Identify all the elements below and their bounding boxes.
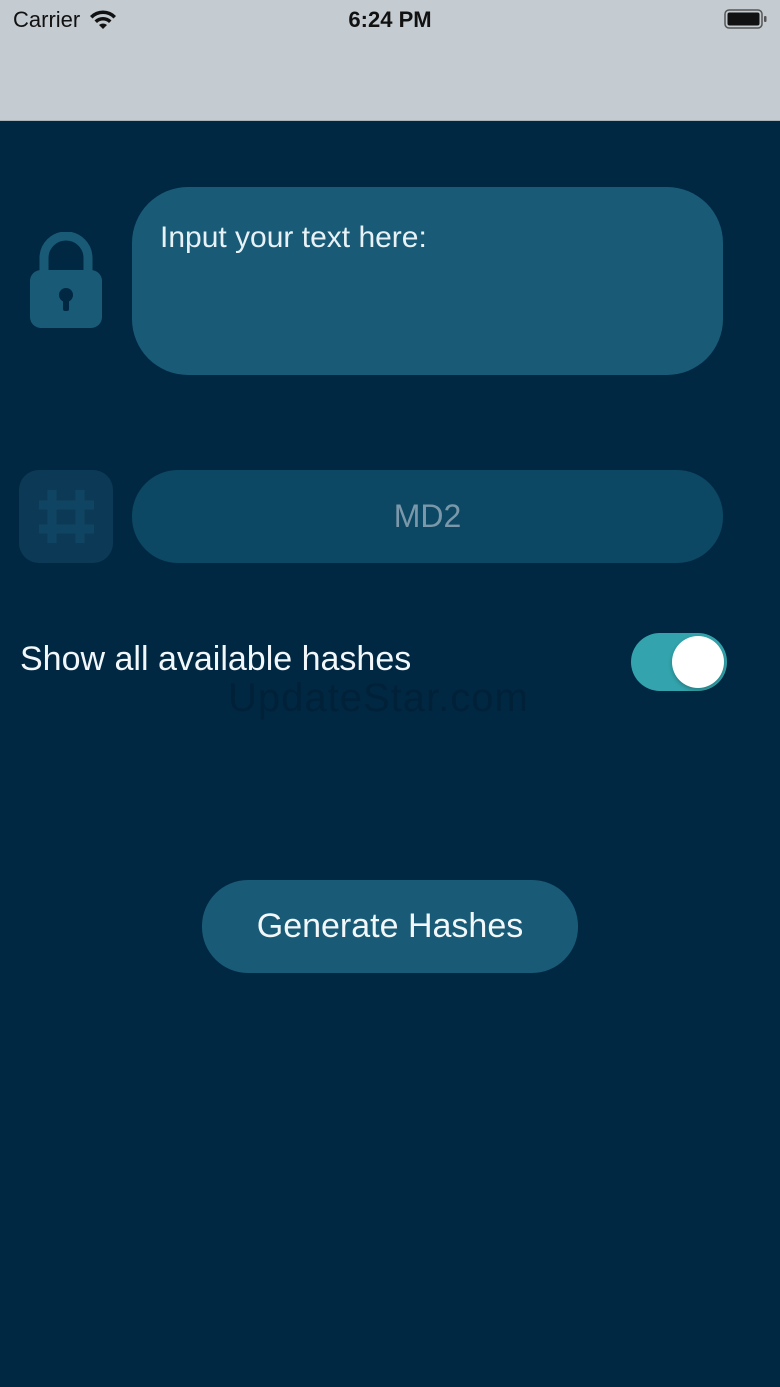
hash-type-value: MD2 (393, 498, 462, 534)
watermark: UpdateStar.com (228, 676, 529, 720)
show-all-label: Show all available hashes (20, 640, 412, 678)
status-time: 6:24 PM (348, 7, 432, 32)
hash-type-selector[interactable]: MD2 (132, 470, 723, 563)
show-all-toggle[interactable] (631, 633, 727, 691)
status-nav-bar: Carrier 6:24 PM (0, 0, 780, 121)
toggle-knob (672, 636, 724, 688)
text-input[interactable] (132, 187, 723, 375)
hash-icon (39, 490, 94, 543)
hash-icon-container (19, 470, 113, 563)
app-screen: Carrier 6:24 PM Input your text here: MD… (0, 0, 780, 1387)
generate-hashes-button[interactable]: Generate Hashes (202, 880, 578, 973)
battery-icon (724, 9, 767, 29)
lock-icon (30, 232, 102, 328)
